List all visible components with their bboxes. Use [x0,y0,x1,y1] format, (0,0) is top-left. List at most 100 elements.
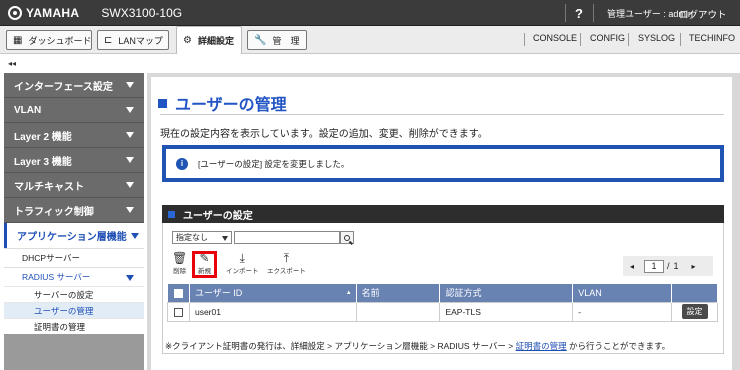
logout-link[interactable]: ログアウト [679,7,727,21]
gear-icon: ⚙ [183,35,192,46]
tab-management[interactable]: 🔧 管 理 [247,30,307,50]
sidebar-item-user-management[interactable]: ユーザーの管理 [4,302,144,318]
footnote-text: から行うことができます。 [566,341,671,351]
sidebar-item-label: サーバーの設定 [34,289,94,300]
tab-dashboard[interactable]: ▦ ダッシュボード [6,30,92,50]
chevron-down-icon [126,207,134,213]
sidebar-item-label: トラフィック制御 [14,206,94,218]
lanmap-icon: ⊏ [104,34,113,46]
export-label: エクスポート [267,268,306,275]
import-icon: ⤓ [239,251,245,265]
device-model: SWX3100-10G [101,5,183,20]
row-checkbox[interactable] [173,307,183,317]
tab-label: 詳細設定 [197,36,234,46]
sidebar-item-traffic[interactable]: トラフィック制御 [4,198,144,223]
sidebar-item-application[interactable]: アプリケーション層機能 [4,223,144,248]
chevron-down-icon [126,275,134,281]
wrench-icon: 🔧 [254,34,267,46]
sidebar-item-vlan[interactable]: VLAN [4,98,144,123]
divider [524,33,525,46]
trash-icon: 🗑 [172,251,188,265]
import-label: インポート [226,268,259,275]
sidebar-item-radius[interactable]: RADIUS サーバー [4,267,144,286]
sidebar-item-label: ユーザーの管理 [34,305,94,316]
section-title: ユーザーの設定 [183,210,253,222]
chevron-down-icon [126,182,134,188]
column-name[interactable]: 名前 [356,284,441,302]
next-page-button[interactable]: ▸ [685,262,703,271]
sidebar-item-label: VLAN [14,104,42,116]
techinfo-link[interactable]: TECHINFO [689,33,735,43]
sidebar-item-layer2[interactable]: Layer 2 機能 [4,123,144,148]
sidebar-item-interface[interactable]: インターフェース設定 [4,73,144,98]
footnote-text: ※クライアント証明書の発行は、詳細設定 > アプリケーション層機能 > RADI… [165,341,516,351]
table-row: user01 EAP-TLS - 設定 [167,301,718,322]
cell-action: 設定 [671,301,718,322]
syslog-link[interactable]: SYSLOG [638,33,675,43]
collapse-sidebar-button[interactable]: ◂◂ [8,59,16,68]
tab-advanced-settings[interactable]: ⚙ 詳細設定 [176,26,242,54]
chevron-down-icon [126,132,134,138]
dashboard-icon: ▦ [13,34,23,46]
footnote: ※クライアント証明書の発行は、詳細設定 > アプリケーション層機能 > RADI… [165,340,670,352]
sidebar-item-label: インターフェース設定 [14,81,113,93]
column-auth-method[interactable]: 認証方式 [439,284,574,302]
help-button[interactable]: ? [566,0,592,26]
divider [580,33,581,46]
column-label: 名前 [361,288,380,299]
export-icon: ⤒ [283,251,290,265]
sort-asc-icon: ▲ [345,290,352,296]
notice-text: [ユーザーの設定] 設定を変更しました。 [198,158,350,169]
user-table: ユーザー ID ▲ 名前 認証方式 VLAN user01 EAP-TLS - 設… [167,284,718,322]
export-button[interactable]: ⤒ エクスポート [267,251,306,276]
tab-lanmap[interactable]: ⊏ LANマップ [97,30,169,50]
pagination: ◂ 1 / 1 ▸ [623,256,713,276]
cell-name [355,301,441,322]
info-notice: i [ユーザーの設定] 設定を変更しました。 [162,145,724,182]
page-input[interactable]: 1 [644,259,664,273]
sidebar-item-multicast[interactable]: マルチキャスト [4,173,144,198]
cell-vlan: - [572,301,673,322]
section-header: ユーザーの設定 [162,205,724,223]
sidebar-item-layer3[interactable]: Layer 3 機能 [4,148,144,173]
search-input[interactable] [234,231,340,244]
sidebar-item-dhcp[interactable]: DHCPサーバー [4,248,144,267]
title-divider [160,114,724,115]
console-link[interactable]: CONSOLE [533,33,577,43]
config-link[interactable]: CONFIG [590,33,625,43]
sidebar-item-label: Layer 2 機能 [14,131,72,143]
delete-button[interactable]: 🗑 削除 [172,251,188,276]
delete-label: 削除 [173,268,187,275]
section-square-icon [168,210,175,218]
tab-label: 管 理 [272,35,300,46]
divider [593,4,594,22]
chevron-down-icon [130,232,139,239]
highlight-box [192,251,217,278]
prev-page-button[interactable]: ◂ [623,262,641,271]
sidebar-item-label: Layer 3 機能 [14,156,72,168]
chevron-down-icon [126,107,134,113]
column-user-id[interactable]: ユーザー ID ▲ [189,284,357,302]
tab-label: ダッシュボード [28,35,92,46]
search-button[interactable] [340,231,354,244]
column-label: 認証方式 [445,288,482,299]
sidebar-item-server-settings[interactable]: サーバーの設定 [4,286,144,302]
page-separator: / [667,261,670,271]
column-label: ユーザー ID [194,288,243,299]
logo-text: YAMAHA [26,5,80,20]
title-square-icon [158,98,167,108]
settings-button[interactable]: 設定 [681,304,708,319]
sidebar-item-certificates[interactable]: 証明書の管理 [4,318,144,334]
column-label: VLAN [578,287,602,298]
select-all-checkbox[interactable] [173,288,183,298]
certificate-management-link[interactable]: 証明書の管理 [516,341,567,351]
divider [628,33,629,46]
column-vlan[interactable]: VLAN [572,284,673,302]
filter-select-value: 指定なし [176,233,208,242]
divider [680,33,681,46]
info-icon: i [176,157,188,170]
sidebar-item-label: 証明書の管理 [34,321,86,332]
filter-select[interactable]: 指定なし [172,231,232,244]
chevron-down-icon [126,157,134,163]
import-button[interactable]: ⤓ インポート [226,251,259,276]
